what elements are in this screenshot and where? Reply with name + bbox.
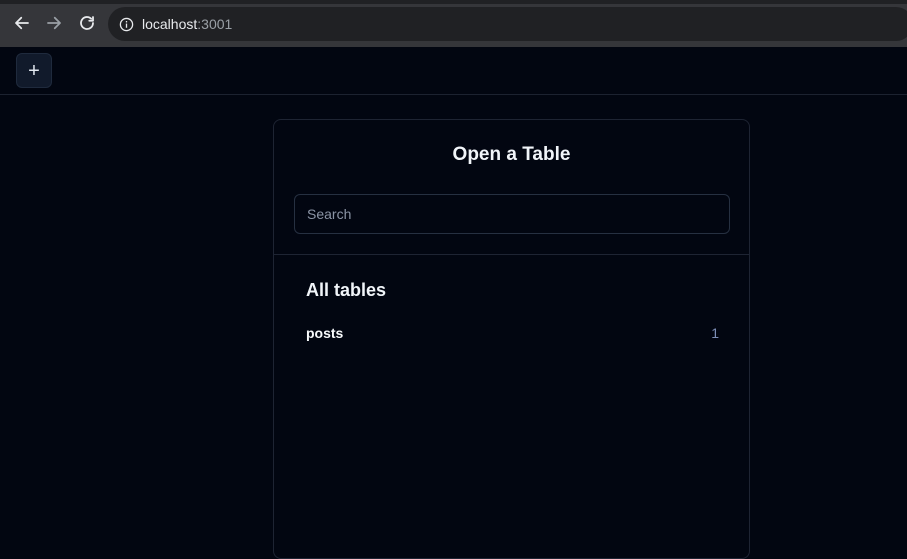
arrow-left-icon — [15, 16, 29, 30]
address-bar[interactable]: localhost:3001 — [108, 7, 907, 41]
table-name: posts — [306, 325, 344, 341]
open-table-dialog: Open a Table All tables posts 1 — [273, 119, 750, 559]
browser-toolbar: localhost:3001 — [0, 0, 907, 47]
reload-button[interactable] — [74, 10, 100, 36]
app-toolbar: + — [0, 47, 907, 95]
arrow-right-icon — [47, 16, 61, 30]
url-text: localhost:3001 — [142, 16, 232, 32]
info-icon[interactable] — [118, 16, 134, 32]
url-port: :3001 — [197, 16, 233, 32]
dialog-title: Open a Table — [452, 144, 571, 165]
add-button[interactable]: + — [16, 53, 52, 88]
divider — [274, 254, 749, 255]
search-input[interactable] — [294, 194, 730, 234]
table-row[interactable]: posts 1 — [306, 323, 719, 343]
table-count: 1 — [711, 325, 719, 341]
forward-button[interactable] — [41, 10, 67, 36]
section-title: All tables — [306, 280, 387, 300]
back-button[interactable] — [9, 10, 35, 36]
url-host: localhost — [142, 16, 198, 32]
reload-icon — [80, 16, 94, 30]
